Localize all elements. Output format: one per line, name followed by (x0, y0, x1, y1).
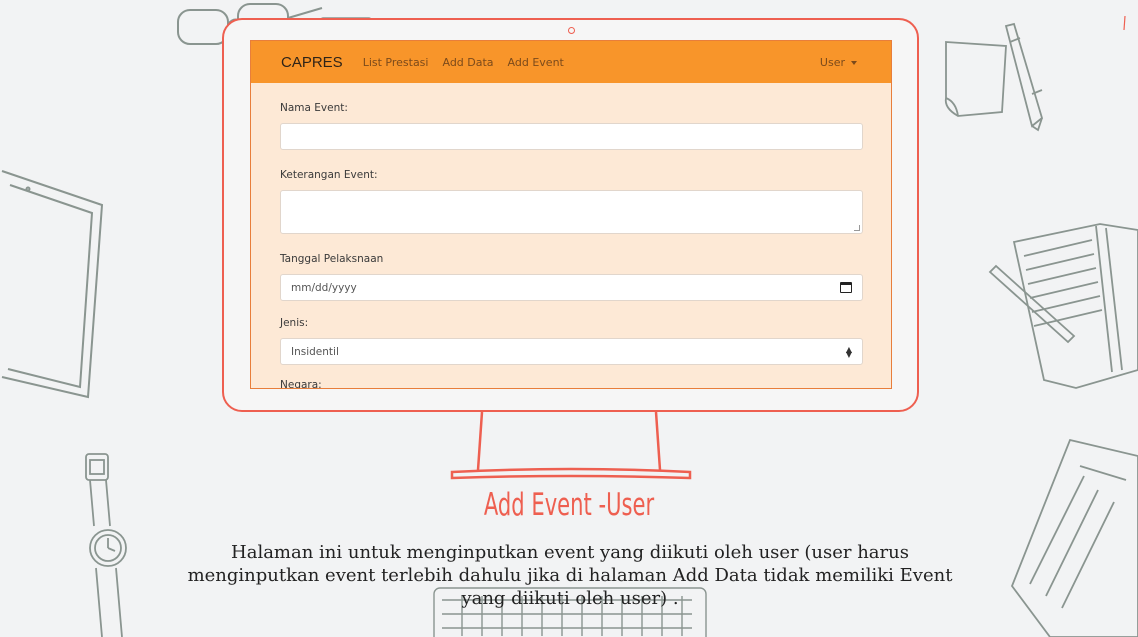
jenis-select[interactable]: Insidentil ▲ ▼ (280, 338, 863, 365)
keterangan-event-label: Keterangan Event: (280, 169, 378, 181)
resize-grip-icon[interactable] (854, 225, 860, 231)
nav-link-add-data[interactable]: Add Data (442, 56, 493, 69)
nama-event-label: Nama Event: (280, 102, 348, 114)
camera-dot (568, 27, 575, 34)
nav-link-add-event[interactable]: Add Event (508, 56, 564, 69)
app-screen: CAPRES List Prestasi Add Data Add Event … (250, 40, 892, 389)
tanggal-pelaksanaan-label: Tanggal Pelaksnaan (280, 253, 384, 265)
caption-description: Halaman ini untuk menginputkan event yan… (187, 542, 953, 609)
brand-logo[interactable]: CAPRES (281, 54, 343, 71)
notebook-pencil-sketch (988, 220, 1138, 390)
caption-title: Add Event -User (483, 487, 655, 523)
nama-event-input[interactable] (280, 123, 863, 150)
jenis-label: Jenis: (280, 317, 309, 329)
date-placeholder: mm/dd/yyyy (291, 281, 357, 294)
nav-link-list-prestasi[interactable]: List Prestasi (363, 56, 429, 69)
corner-mark (1120, 14, 1130, 34)
caret-down-icon (851, 60, 857, 65)
user-dropdown-label: User (819, 55, 845, 69)
user-dropdown[interactable]: User (820, 56, 857, 69)
navbar: CAPRES List Prestasi Add Data Add Event … (251, 41, 891, 83)
jenis-selected-value: Insidentil (291, 345, 339, 358)
add-event-form: Nama Event: Keterangan Event: Tanggal Pe… (251, 83, 891, 389)
tanggal-pelaksanaan-date-input[interactable]: mm/dd/yyyy (280, 274, 863, 301)
watch-sketch (80, 450, 140, 637)
monitor-stand (450, 410, 692, 486)
tablet-sketch (0, 165, 110, 405)
book-sketch (1010, 436, 1138, 637)
select-arrows-icon: ▲ ▼ (845, 344, 852, 359)
pen-sketch (998, 22, 1054, 132)
keterangan-event-textarea[interactable] (280, 190, 863, 234)
negara-label: Negara: (280, 379, 322, 389)
calendar-icon[interactable] (840, 282, 852, 293)
